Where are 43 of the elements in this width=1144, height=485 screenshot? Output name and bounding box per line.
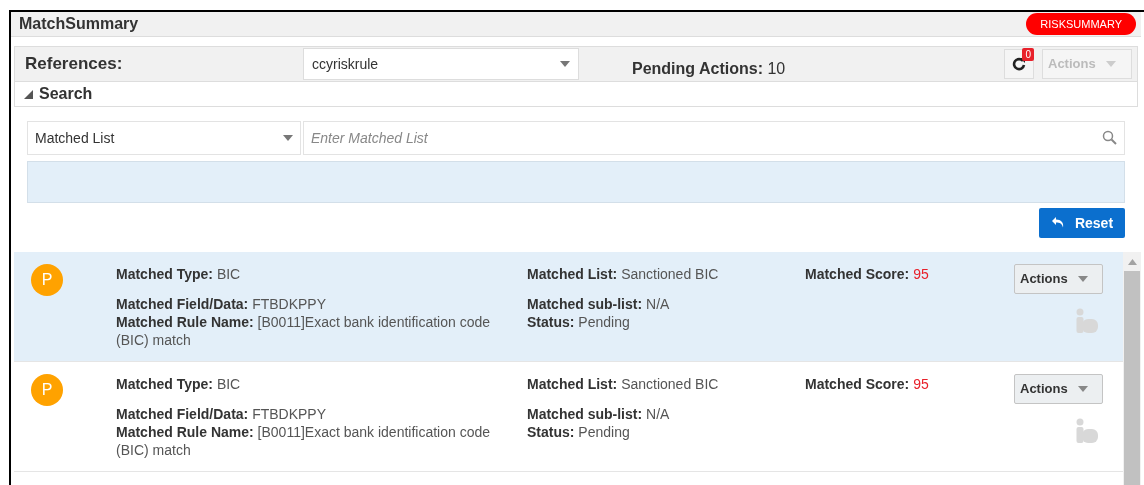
matched-rule-name: Matched Rule Name: [B0011]Exact bank identification code (BIC) match xyxy=(116,313,492,349)
collapse-icon xyxy=(24,89,33,99)
reset-button[interactable]: Reset xyxy=(1039,208,1125,238)
risk-summary-button[interactable]: RISKSUMMARY xyxy=(1026,13,1136,35)
info-icon[interactable] xyxy=(1075,308,1099,334)
matched-sub-list: Matched sub-list: N/A xyxy=(527,295,805,313)
info-icon[interactable] xyxy=(1075,418,1099,444)
matched-rule-name: Matched Rule Name: [B0011]Exact bank identification code (BIC) match xyxy=(116,423,492,459)
matched-list: Matched List: Sanctioned BIC xyxy=(527,375,805,393)
matched-field-data: Matched Field/Data: FTBDKPPY xyxy=(116,405,328,423)
caret-icon xyxy=(1077,386,1088,392)
references-label: References: xyxy=(25,53,124,76)
matched-status: Status: Pending xyxy=(527,313,631,331)
scrollbar[interactable] xyxy=(1123,252,1141,485)
matched-type: Matched Type: BIC xyxy=(116,375,242,393)
caret-icon xyxy=(1077,276,1088,282)
search-title: Search xyxy=(39,84,93,104)
caret-icon xyxy=(560,61,570,67)
matched-type: Matched Type: BIC xyxy=(116,265,242,283)
status-badge: P xyxy=(31,264,63,296)
pending-actions: Pending Actions: 10 xyxy=(632,59,786,79)
search-field-dropdown[interactable]: Matched List xyxy=(27,121,301,155)
caret-icon xyxy=(283,135,293,141)
references-dropdown[interactable]: ccyriskrule xyxy=(303,48,579,80)
matched-field-data: Matched Field/Data: FTBDKPPY xyxy=(116,295,328,313)
scrollbar-thumb[interactable] xyxy=(1124,271,1140,485)
window-title: MatchSummary xyxy=(19,14,139,34)
matched-score: Matched Score: 95 xyxy=(805,265,930,283)
notification-badge: 0 xyxy=(1022,48,1034,61)
matched-status: Status: Pending xyxy=(527,423,631,441)
status-badge: P xyxy=(31,374,63,406)
matched-list: Matched List: Sanctioned BIC xyxy=(527,265,805,283)
search-icon[interactable] xyxy=(1102,130,1117,145)
matched-sub-list: Matched sub-list: N/A xyxy=(527,405,805,423)
search-header[interactable]: Search xyxy=(14,82,1138,107)
matched-score: Matched Score: 95 xyxy=(805,375,930,393)
refresh-button[interactable]: 0 xyxy=(1004,49,1034,79)
scroll-up-icon[interactable] xyxy=(1127,259,1137,265)
result-row[interactable] xyxy=(14,252,1123,362)
actions-button[interactable]: Actions xyxy=(1014,264,1103,294)
search-input[interactable]: Enter Matched List xyxy=(303,121,1125,155)
actions-button[interactable]: Actions xyxy=(1014,374,1103,404)
caret-icon xyxy=(1105,61,1116,67)
